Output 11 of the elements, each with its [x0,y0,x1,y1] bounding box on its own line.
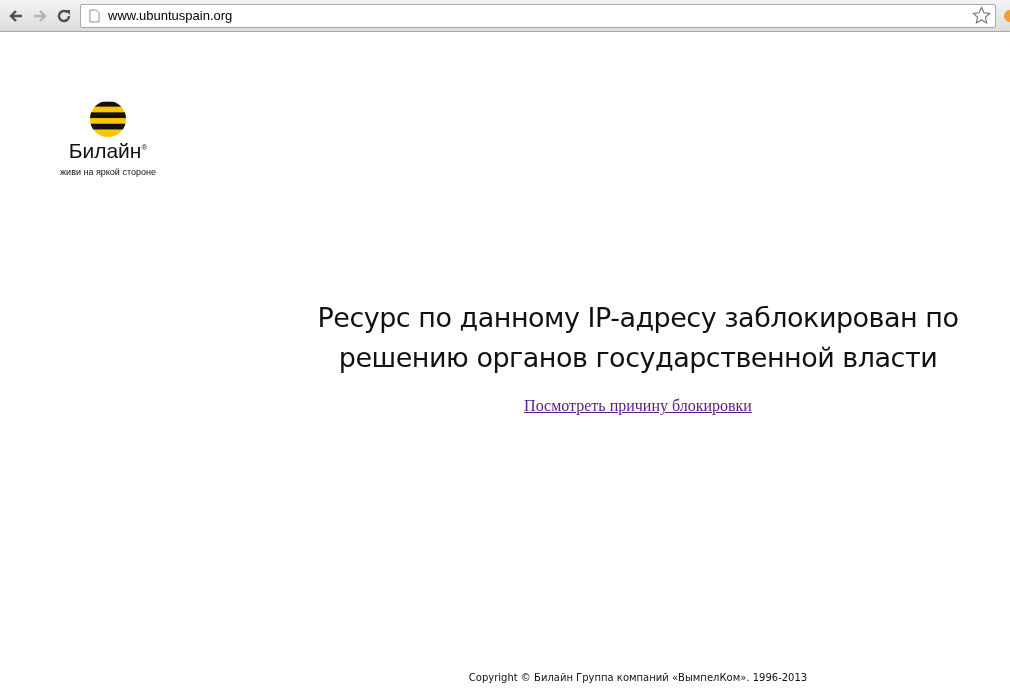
address-bar[interactable]: www.ubuntuspain.org [80,3,996,28]
url-text: www.ubuntuspain.org [108,8,234,23]
block-message: Ресурс по данному IP-адресу заблокирован по решению органов государственной власти [316,301,960,375]
brand-name: Билайн$^{®}$ [68,139,148,163]
back-arrow-icon[interactable] [8,7,24,24]
copyright-text: Copyright © Билайн Группа компаний «ВымпелКом». 1996-2013 [468,672,808,683]
block-reason-link[interactable]: Посмотреть причину блокировки [524,397,752,415]
slogan: живи на яркой стороне [60,167,156,177]
star-icon[interactable] [972,6,991,25]
reload-icon[interactable] [56,7,72,24]
page-icon [89,8,100,23]
